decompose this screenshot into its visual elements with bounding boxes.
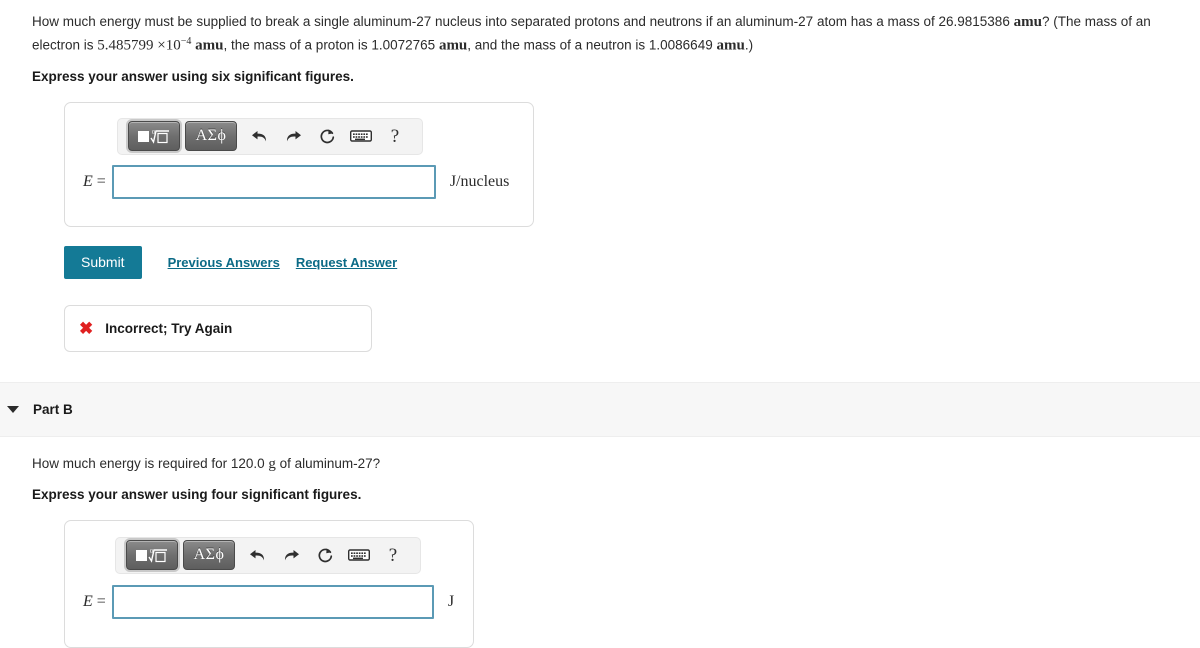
part-b-title: Part B [33,401,73,417]
greek-symbols-label: ΑΣϕ [195,127,227,144]
equals-sign: = [96,172,106,190]
part-b-body: How much energy is required for 120.0 g … [0,437,1200,648]
question-prefix: How much energy must be supplied to brea… [32,14,939,29]
reset-icon[interactable] [308,540,342,570]
part-a-answer-box: 0 ΑΣϕ ? E = J/nucleus [64,101,534,227]
part-a-body: How much energy must be supplied to brea… [0,0,1200,352]
undo-icon[interactable] [240,540,274,570]
question-mid-2: , the mass of a proton is [223,37,372,53]
equals-sign: = [96,592,106,610]
part-b-header[interactable]: Part B [0,381,1200,437]
chevron-down-icon[interactable] [7,405,19,413]
times-symbol: × [157,37,166,54]
undo-icon[interactable] [242,121,276,151]
keyboard-icon[interactable] [344,121,378,151]
help-label: ? [388,544,398,566]
gram-unit: g [268,455,276,472]
amu-unit-3: amu [438,37,468,54]
redo-icon[interactable] [274,540,308,570]
part-b-answer-unit: J [447,592,455,610]
amu-unit-4: amu [716,37,745,54]
request-answer-link[interactable]: Request Answer [296,255,397,270]
part-b-question-text: How much energy is required for 120.0 g … [32,454,1176,474]
electron-mass-base: 10 [165,37,181,54]
amu-unit-2: amu [195,37,224,54]
help-icon[interactable]: ? [378,121,412,151]
part-a-question-text: How much energy must be supplied to brea… [32,12,1176,56]
template-math-button[interactable]: 0 [128,121,180,151]
part-a-answer-field-row: E = J/nucleus [83,164,533,199]
incorrect-x-icon: ✖ [79,318,94,338]
part-a-answer-unit: J/nucleus [449,172,510,190]
template-math-button[interactable]: 0 [126,540,178,570]
submit-button[interactable]: Submit [64,245,142,279]
previous-answers-link[interactable]: Previous Answers [168,255,280,270]
part-b-question-prefix: How much energy is required for 120.0 [32,455,269,471]
part-b-math-toolbar: 0 ΑΣϕ ? [115,536,421,574]
part-a-math-toolbar: 0 ΑΣϕ ? [117,117,423,155]
part-a-feedback-box: ✖ Incorrect; Try Again [64,304,372,352]
part-a-answer-input[interactable] [111,164,436,199]
electron-mass-exponent: −4 [180,36,192,47]
greek-symbols-button[interactable]: ΑΣϕ [183,540,235,570]
electron-mass-mantissa: 5.485799 [97,37,154,54]
part-b-answer-field-row: E = J [83,584,473,619]
redo-icon[interactable] [276,121,310,151]
math-template-icon: 0 [138,130,169,144]
aluminum-mass-value: 26.9815386 [938,14,1010,29]
feedback-message: Incorrect; Try Again [105,320,233,336]
question-mid-3: , and the mass of a neutron is [467,37,649,53]
help-label: ? [390,125,400,147]
keyboard-icon[interactable] [342,540,376,570]
part-b-answer-box: 0 ΑΣϕ ? E = J [64,519,474,648]
reset-icon[interactable] [310,121,344,151]
math-template-icon: 0 [136,549,167,563]
part-b-answer-input[interactable] [111,584,434,619]
proton-mass-value: 1.0072765 [371,37,436,53]
part-b-variable-label: E = [83,593,106,611]
greek-symbols-button[interactable]: ΑΣϕ [185,121,237,151]
greek-symbols-label: ΑΣϕ [193,546,225,563]
part-b-question-suffix: of aluminum-27? [275,455,381,471]
part-a-variable-label: E = [83,173,106,191]
help-icon[interactable]: ? [376,540,410,570]
question-suffix: .) [744,37,754,53]
part-a-submit-row: Submit Previous Answers Request Answer [64,245,1176,279]
problem-page: How much energy must be supplied to brea… [0,0,1200,648]
part-b-instruction: Express your answer using four significa… [32,486,362,502]
amu-unit-1: amu [1013,14,1042,30]
variable-e: E [83,172,93,190]
neutron-mass-value: 1.0086649 [648,37,713,53]
part-a-instruction: Express your answer using six significan… [32,68,354,84]
variable-e: E [83,592,93,610]
